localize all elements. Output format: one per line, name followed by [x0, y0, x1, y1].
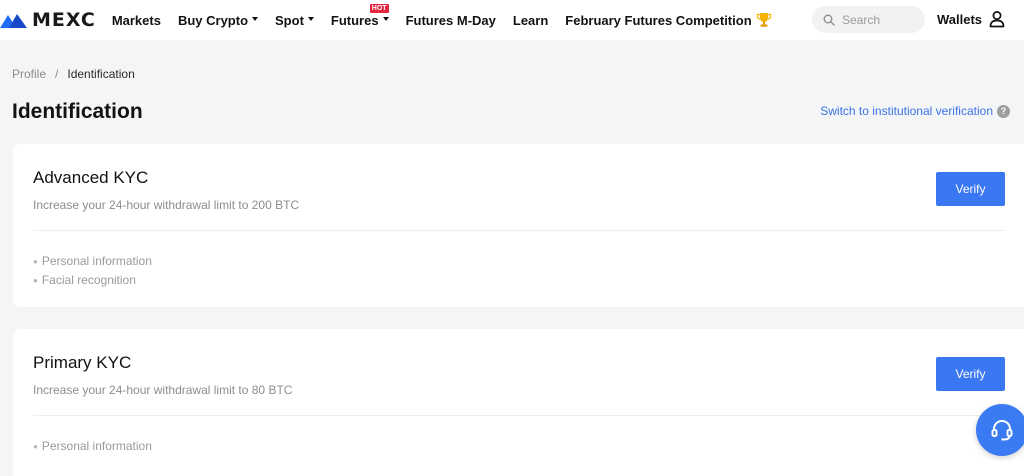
page-title: Identification: [12, 100, 143, 123]
caret-down-icon: [252, 17, 259, 21]
hot-badge: HOT: [369, 3, 389, 13]
user-account-icon[interactable]: [989, 10, 1005, 33]
primary-kyc-card: Primary KYC Increase your 24-hour withdr…: [13, 329, 1024, 476]
nav-futures[interactable]: HOT Futures: [330, 3, 389, 28]
trophy-icon: [756, 12, 772, 28]
wallets-link[interactable]: Wallets: [937, 12, 982, 27]
customer-support-button[interactable]: [976, 404, 1024, 456]
card-divider: [33, 230, 1005, 231]
nav-buy-crypto[interactable]: Buy Crypto: [177, 12, 259, 28]
kyc-feature-label: Personal information: [41, 439, 152, 453]
top-navigation-bar: MEXC Markets Buy Crypto Spot HOT Futures…: [0, 0, 1024, 40]
nav-label: Futures M-Day: [405, 12, 496, 28]
nav-futures-m-day[interactable]: Futures M-Day: [406, 13, 496, 28]
kyc-card-subtitle: Increase your 24-hour withdrawal limit t…: [33, 198, 300, 212]
advanced-kyc-card: Advanced KYC Increase your 24-hour withd…: [13, 144, 1024, 307]
nav-label: Spot: [275, 12, 304, 28]
nav-label: February Futures Competition: [565, 12, 752, 28]
kyc-card-title: Advanced KYC: [33, 168, 149, 187]
breadcrumb-separator: /: [55, 67, 59, 81]
nav-label: Buy Crypto: [177, 12, 249, 28]
nav-learn[interactable]: Learn: [513, 13, 548, 28]
nav-label: Learn: [512, 12, 549, 28]
card-divider: [33, 415, 1005, 416]
nav-markets[interactable]: Markets: [112, 13, 161, 28]
kyc-feature-label: Facial recognition: [41, 273, 136, 287]
search-box[interactable]: [812, 6, 925, 33]
kyc-feature-label: Personal information: [41, 254, 152, 268]
bullet-icon: ●: [33, 441, 38, 451]
mexc-logo-icon: [0, 14, 27, 28]
nav-february-futures-competition[interactable]: February Futures Competition: [565, 12, 771, 28]
advanced-kyc-verify-button[interactable]: Verify: [936, 172, 1005, 206]
breadcrumb-current: Identification: [67, 67, 135, 81]
brand-name: MEXC: [32, 9, 96, 31]
bullet-icon: ●: [33, 256, 38, 266]
mexc-logo[interactable]: MEXC: [0, 0, 96, 40]
kyc-card-title: Primary KYC: [33, 353, 132, 372]
nav-label: Futures: [330, 12, 379, 28]
headset-icon: [991, 420, 1013, 441]
caret-down-icon: [307, 17, 314, 21]
caret-down-icon: [382, 17, 389, 21]
switch-to-institutional-verification-link[interactable]: Switch to institutional verification ?: [820, 104, 1010, 118]
nav-spot[interactable]: Spot: [275, 13, 314, 28]
help-icon[interactable]: ?: [997, 104, 1010, 118]
kyc-feature-item: ● Personal information: [33, 439, 152, 453]
kyc-feature-item: ● Personal information: [33, 254, 152, 268]
breadcrumb-profile-link[interactable]: Profile: [12, 67, 46, 81]
institutional-link-label: Switch to institutional verification: [820, 104, 993, 118]
bullet-icon: ●: [33, 275, 38, 285]
main-menu: Markets Buy Crypto Spot HOT Futures Futu…: [112, 0, 789, 40]
kyc-card-subtitle: Increase your 24-hour withdrawal limit t…: [33, 383, 293, 397]
kyc-feature-item: ● Facial recognition: [33, 273, 136, 287]
search-icon: [823, 14, 835, 26]
breadcrumb: Profile / Identification: [12, 67, 135, 81]
search-input[interactable]: [842, 12, 922, 27]
primary-kyc-verify-button[interactable]: Verify: [936, 357, 1005, 391]
nav-label: Markets: [111, 12, 161, 28]
